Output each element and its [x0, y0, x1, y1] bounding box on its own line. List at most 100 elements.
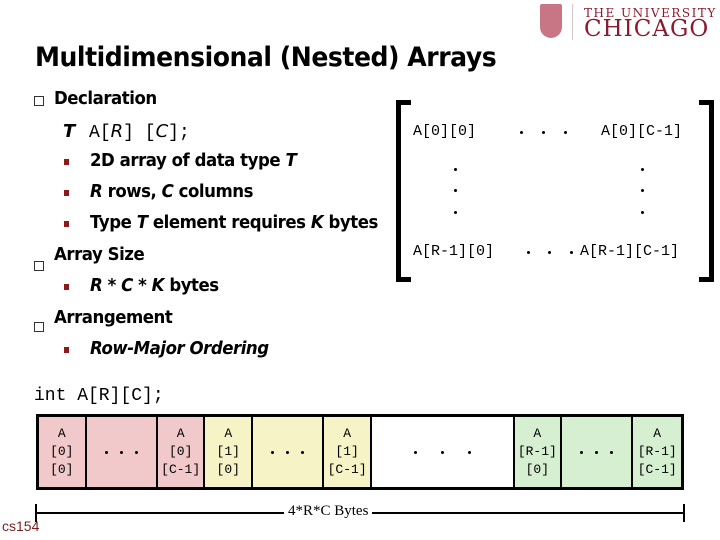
bullet-square-icon [34, 96, 44, 106]
sub-bullet-datatype: 2D array of data type T [90, 150, 297, 171]
ellipsis-dot [542, 131, 545, 134]
ellipsis-dot [641, 211, 644, 214]
logo-main-line: CHICAGO [584, 16, 710, 42]
decl-end: ; [178, 123, 190, 143]
memory-cell-label: [1] [216, 444, 240, 459]
sub-bullet-icon [64, 347, 69, 353]
memory-cell-label: [0] [50, 462, 74, 477]
italic-text: R [90, 181, 103, 202]
bullet-square-icon [34, 261, 44, 271]
memory-cell-ellipsis [371, 417, 515, 487]
text: 2D array of data type [90, 150, 286, 171]
ellipsis-dot [520, 131, 523, 134]
memory-cell: A [1] [C-1] [324, 417, 372, 487]
memory-cell-label: [0] [216, 462, 240, 477]
bullet-square-icon [34, 322, 44, 332]
size-label: 4*R*C Bytes [284, 503, 373, 520]
course-footer: cs154 [2, 518, 40, 534]
memory-cell: A [0] [C-1] [157, 417, 206, 487]
sub-bullet-row-major: Row-Major Ordering [90, 338, 269, 359]
memory-cell-ellipsis [253, 417, 325, 487]
matrix-bottom-right: A[R-1][C-1] [580, 243, 680, 260]
ellipsis-dot [454, 211, 457, 214]
university-crest-icon [540, 4, 562, 38]
memory-cell: A [0] [0] [39, 417, 87, 487]
size-arrow-right-tick [683, 504, 685, 522]
memory-cell-ellipsis [86, 417, 158, 487]
matrix-right-bracket [699, 100, 714, 282]
memory-cell-label: [R-1] [517, 444, 557, 459]
text: bytes [164, 275, 219, 296]
bullet-declaration: Declaration [54, 88, 157, 109]
memory-cell-label: [1] [335, 444, 359, 459]
memory-cell-label: A [653, 426, 662, 441]
sub-bullet-element-size: Type T element requires K bytes [90, 212, 378, 233]
text: bytes [323, 212, 379, 233]
memory-cell-label: [C-1] [161, 462, 201, 477]
memory-cell-label: [C-1] [637, 462, 677, 477]
ellipsis-dot [548, 251, 551, 254]
decl-r: R [110, 121, 124, 142]
text: * [102, 275, 122, 296]
italic-text: K [151, 275, 165, 296]
decl-name: A [89, 123, 100, 143]
italic-text: T [285, 150, 297, 171]
declaration-code: T A[R] [C]; [63, 121, 190, 143]
university-logo: THE UNIVERSITY OF CHICAGO [536, 2, 720, 42]
bullet-array-size: Array Size [54, 244, 145, 265]
ellipsis-dot [641, 189, 644, 192]
ellipsis-icon [413, 450, 471, 454]
ellipsis-dot [454, 168, 457, 171]
ellipsis-dot [564, 131, 567, 134]
italic-text: C [161, 181, 174, 202]
italic-text: T [136, 212, 148, 233]
italic-text: K [310, 212, 324, 233]
memory-cell-label: A [224, 426, 233, 441]
matrix-left-bracket [396, 100, 411, 282]
italic-text: Row-Major Ordering [90, 338, 269, 359]
ellipsis-dot [454, 189, 457, 192]
code-declaration: int A[R][C]; [34, 386, 164, 406]
memory-cell-ellipsis [562, 417, 634, 487]
ellipsis-icon [580, 450, 614, 454]
decl-c: C [155, 121, 169, 142]
text: * [132, 275, 152, 296]
memory-layout: A [0] [0] A [0] [C-1] A [1] [0] A [1] [C-1] A [R-1] [0… [36, 414, 684, 490]
memory-cell: A [1] [0] [205, 417, 254, 487]
sub-bullet-icon [64, 159, 69, 165]
memory-cell-label: A [176, 426, 185, 441]
text: element requires [147, 212, 311, 233]
ellipsis-dot [641, 168, 644, 171]
memory-cell-label: A [533, 426, 542, 441]
memory-cell: A [R-1] [0] [514, 417, 563, 487]
matrix-top-left: A[0][0] [413, 123, 477, 140]
text: rows, [102, 181, 162, 202]
ellipsis-dot [570, 251, 573, 254]
memory-cell-label: [0] [525, 462, 550, 477]
italic-text: C [121, 275, 133, 296]
memory-cell-label: A [57, 426, 66, 441]
bullet-arrangement: Arrangement [54, 307, 173, 328]
text: columns [173, 181, 254, 202]
memory-cell-label: [R-1] [637, 444, 677, 459]
memory-cell-label: [0] [168, 444, 193, 459]
italic-text: R [90, 275, 103, 296]
memory-cell-label: [0] [50, 444, 74, 459]
ellipsis-icon [104, 450, 138, 454]
matrix-top-right: A[0][C-1] [601, 123, 683, 140]
sub-bullet-rows-columns: R rows, C columns [90, 181, 253, 202]
sub-bullet-icon [64, 190, 69, 196]
memory-cell-label: A [343, 426, 352, 441]
text: Type [90, 212, 137, 233]
ellipsis-icon [271, 450, 305, 454]
memory-cell-label: [C-1] [327, 462, 367, 477]
ellipsis-dot [527, 251, 530, 254]
sub-bullet-size-formula: R * C * K bytes [90, 275, 219, 296]
sub-bullet-icon [64, 284, 69, 290]
logo-divider [572, 4, 573, 40]
matrix-bottom-left: A[R-1][0] [413, 243, 495, 260]
decl-type: T [63, 121, 76, 142]
sub-bullet-icon [64, 221, 69, 227]
memory-cell: A [R-1] [C-1] [633, 417, 681, 487]
slide-title: Multidimensional (Nested) Arrays [35, 42, 497, 73]
